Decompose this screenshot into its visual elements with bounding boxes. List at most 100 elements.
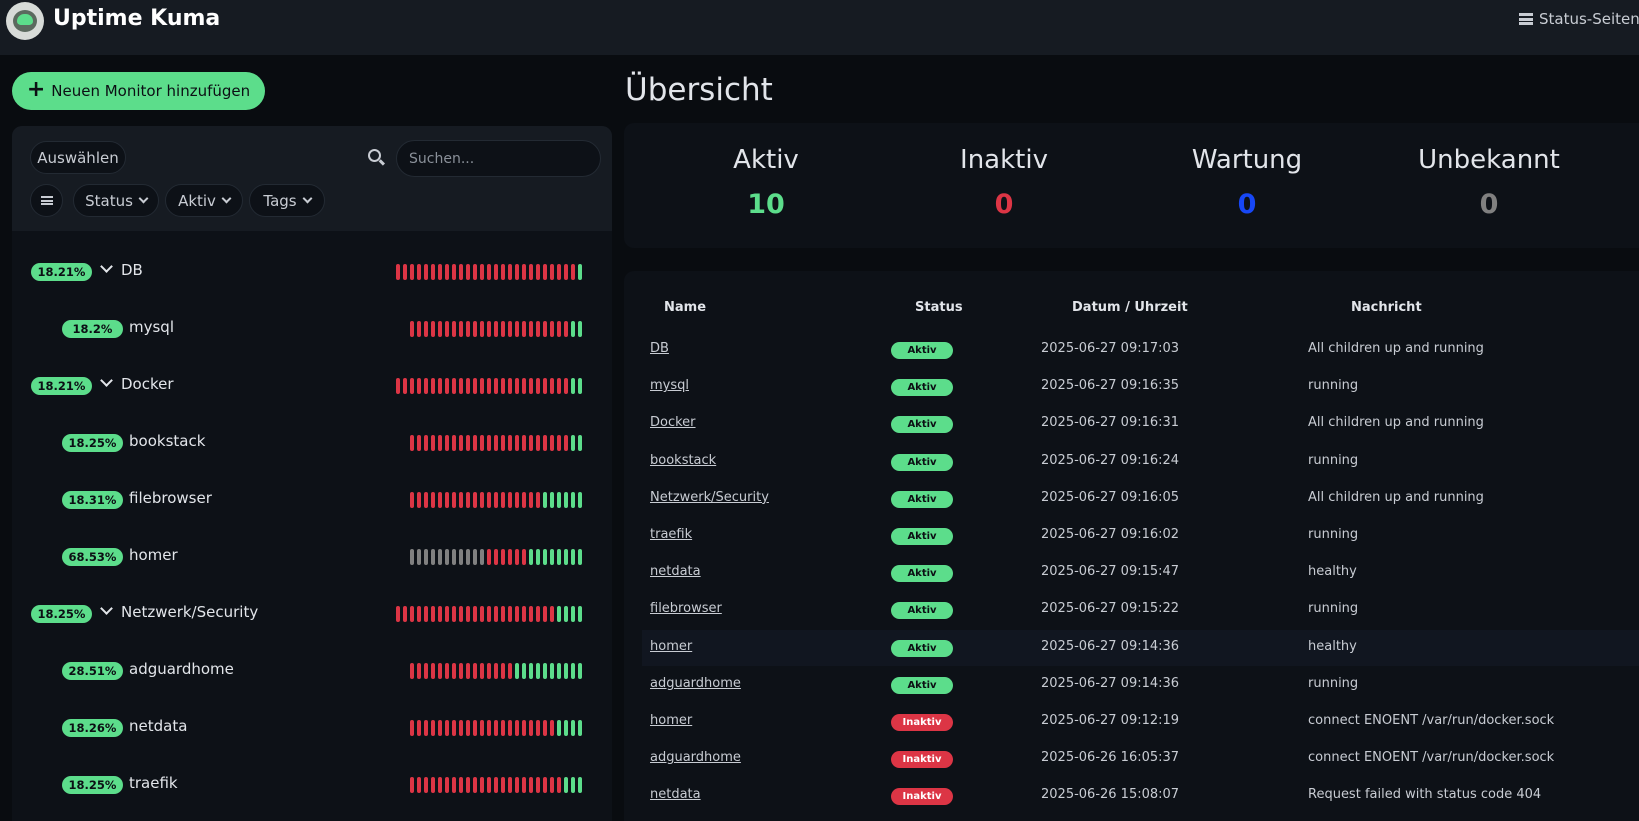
heartbeat-tick — [557, 378, 561, 394]
event-datetime: 2025-06-26 16:05:37 — [1041, 750, 1180, 766]
heartbeat-tick — [431, 264, 435, 280]
heartbeat-tick — [445, 606, 449, 622]
event-message: connect ENOENT /var/run/docker.sock — [1308, 750, 1555, 766]
heartbeat-tick — [522, 549, 526, 565]
heartbeat-tick — [431, 378, 435, 394]
monitor-row[interactable]: 18.25% Netzwerk/Security — [12, 594, 612, 634]
add-monitor-button[interactable]: + Neuen Monitor hinzufügen — [12, 72, 265, 110]
heartbeat-tick — [571, 777, 575, 793]
event-message: running — [1308, 378, 1359, 394]
monitor-link[interactable]: bookstack — [650, 453, 716, 468]
heartbeat-tick — [487, 549, 491, 565]
heartbeat-tick — [543, 720, 547, 736]
chevron-down-icon[interactable] — [100, 260, 113, 273]
table-row: netdata Aktiv 2025-06-27 09:15:47 healthy — [642, 555, 1639, 591]
monitor-link[interactable]: netdata — [650, 787, 701, 802]
event-datetime: 2025-06-27 09:16:35 — [1041, 378, 1180, 394]
heartbeat-tick — [543, 321, 547, 337]
uptime-kuma-logo-icon[interactable] — [6, 2, 44, 40]
monitor-link[interactable]: filebrowser — [650, 601, 722, 616]
monitor-row[interactable]: 18.31% filebrowser — [12, 480, 612, 520]
select-label: Auswählen — [37, 148, 119, 167]
heartbeat-tick — [578, 663, 582, 679]
heartbeat-tick — [522, 321, 526, 337]
status-filter-label: Status — [85, 191, 133, 210]
monitor-name: Docker — [121, 375, 174, 393]
monitor-row[interactable]: 18.2% mysql — [12, 309, 612, 349]
heartbeat-tick — [487, 378, 491, 394]
heartbeat-tick — [501, 606, 505, 622]
heartbeat-tick — [557, 321, 561, 337]
heartbeat-tick — [494, 378, 498, 394]
heartbeat-tick — [459, 720, 463, 736]
heartbeat-tick — [396, 378, 400, 394]
app-title[interactable]: Uptime Kuma — [53, 6, 220, 31]
heartbeat-tick — [473, 549, 477, 565]
monitor-link[interactable]: adguardhome — [650, 750, 741, 765]
table-row: netdata Inaktiv 2025-06-26 15:08:07 Request… — [642, 778, 1639, 814]
monitor-row[interactable]: 18.25% traefik — [12, 765, 612, 805]
heartbeat-tick — [578, 321, 582, 337]
monitor-link[interactable]: DB — [650, 341, 669, 356]
monitor-row[interactable]: 28.51% adguardhome — [12, 651, 612, 691]
heartbeat-tick — [431, 663, 435, 679]
heartbeat-tick — [466, 492, 470, 508]
heartbeat-tick — [459, 663, 463, 679]
heartbeat-tick — [557, 435, 561, 451]
chevron-down-icon[interactable] — [100, 602, 113, 615]
active-filter-dropdown[interactable]: Aktiv — [165, 184, 243, 217]
monitor-link[interactable]: homer — [650, 713, 692, 728]
heartbeat-tick — [501, 492, 505, 508]
heartbeat-tick — [508, 549, 512, 565]
heartbeat-tick — [452, 549, 456, 565]
heartbeat-tick — [508, 492, 512, 508]
heartbeat-tick — [438, 549, 442, 565]
stats-card: Aktiv 10 Inaktiv 0 Wartung 0 Unbekannt 0 — [624, 123, 1639, 248]
monitor-link[interactable]: Netzwerk/Security — [650, 490, 769, 505]
heartbeat-tick — [424, 720, 428, 736]
heartbeat-tick — [494, 321, 498, 337]
heartbeat-tick — [564, 435, 568, 451]
heartbeat-bar — [396, 378, 582, 394]
tags-filter-dropdown[interactable]: Tags — [249, 184, 325, 217]
status-badge: Aktiv — [891, 342, 953, 359]
status-pages-link[interactable]: Status-Seiten — [1519, 10, 1639, 28]
status-filter-dropdown[interactable]: Status — [73, 184, 159, 217]
uptime-badge: 18.25% — [62, 434, 123, 452]
monitor-link[interactable]: mysql — [650, 378, 689, 393]
heartbeat-tick — [438, 663, 442, 679]
heartbeat-tick — [515, 606, 519, 622]
monitor-row[interactable]: 18.21% Docker — [12, 366, 612, 406]
heartbeat-tick — [459, 264, 463, 280]
heartbeat-tick — [452, 492, 456, 508]
chevron-down-icon[interactable] — [100, 374, 113, 387]
monitor-row[interactable]: 18.21% DB — [12, 252, 612, 292]
search-input[interactable] — [396, 140, 601, 177]
heartbeat-tick — [571, 663, 575, 679]
heartbeat-tick — [438, 321, 442, 337]
monitor-row[interactable]: 68.53% homer — [12, 537, 612, 577]
monitor-row[interactable]: 18.25% bookstack — [12, 423, 612, 463]
heartbeat-tick — [522, 435, 526, 451]
heartbeat-tick — [522, 777, 526, 793]
heartbeat-tick — [459, 492, 463, 508]
chevron-down-icon — [302, 193, 313, 204]
heartbeat-tick — [529, 321, 533, 337]
monitor-link[interactable]: netdata — [650, 564, 701, 579]
monitor-link[interactable]: Docker — [650, 415, 696, 430]
uptime-badge: 18.26% — [62, 719, 123, 737]
heartbeat-tick — [487, 663, 491, 679]
heartbeat-tick — [417, 720, 421, 736]
heartbeat-tick — [543, 549, 547, 565]
filter-menu-button[interactable] — [30, 184, 63, 217]
monitor-link[interactable]: traefik — [650, 527, 692, 542]
heartbeat-tick — [410, 663, 414, 679]
status-pages-label: Status-Seiten — [1539, 10, 1639, 28]
heartbeat-tick — [571, 606, 575, 622]
monitor-link[interactable]: homer — [650, 639, 692, 654]
select-button[interactable]: Auswählen — [30, 141, 126, 174]
heartbeat-tick — [515, 264, 519, 280]
event-datetime: 2025-06-26 15:08:07 — [1041, 787, 1180, 803]
monitor-link[interactable]: adguardhome — [650, 676, 741, 691]
monitor-row[interactable]: 18.26% netdata — [12, 708, 612, 748]
